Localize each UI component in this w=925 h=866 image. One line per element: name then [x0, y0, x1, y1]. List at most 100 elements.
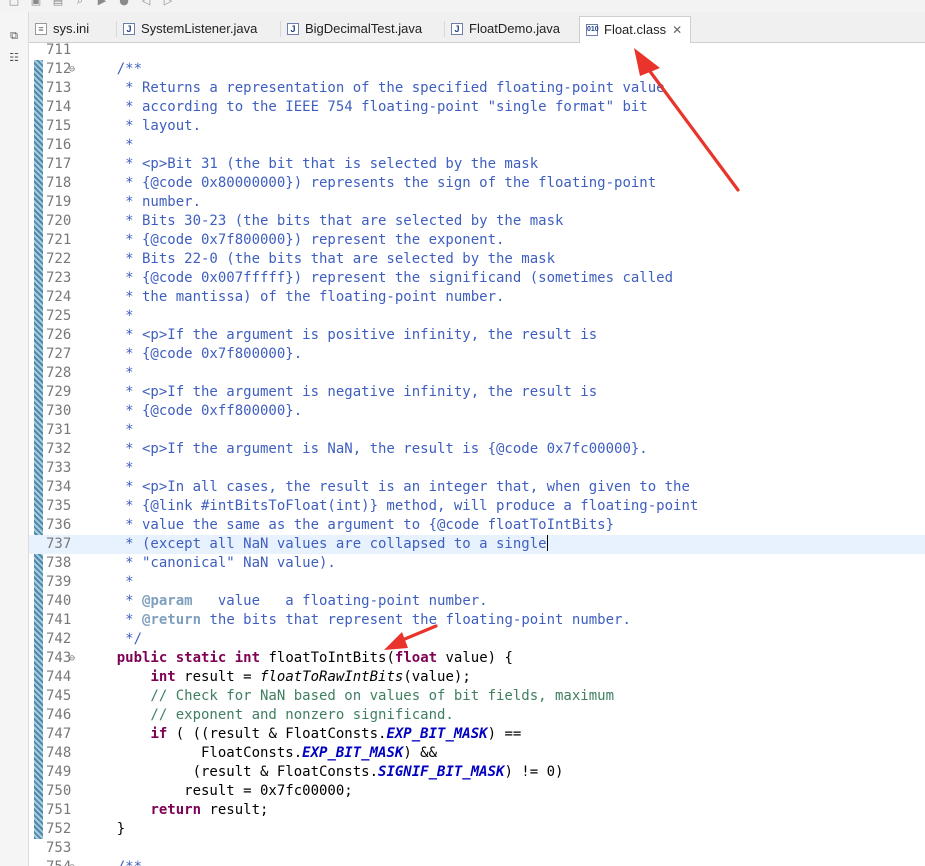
tab-systemlistener-java[interactable]: J SystemListener.java [117, 16, 281, 42]
line-number: 745 [46, 688, 72, 704]
code-line[interactable]: 722 * Bits 22-0 (the bits that are selec… [29, 250, 925, 269]
code-line[interactable]: 716 * [29, 136, 925, 155]
code-line[interactable]: 720 * Bits 30-23 (the bits that are sele… [29, 212, 925, 231]
token-comment: * {@code 0xff800000}. [83, 403, 303, 419]
tab-label: BigDecimalTest.java [305, 21, 423, 36]
tab-floatdemo-java[interactable]: J FloatDemo.java [445, 16, 579, 42]
code-line[interactable]: 734 * <p>In all cases, the result is an … [29, 478, 925, 497]
print-icon[interactable]: ▤ [52, 0, 64, 6]
code-line[interactable]: 748 FloatConsts.EXP_BIT_MASK) && [29, 744, 925, 763]
search-icon[interactable]: ⌕ [74, 0, 86, 6]
token-comment: * value the same as the argument to {@co… [83, 517, 615, 533]
code-line[interactable]: 753 [29, 839, 925, 858]
line-number: 748 [46, 745, 72, 761]
code-line[interactable]: 723 * {@code 0x007fffff}) represent the … [29, 269, 925, 288]
code-editor[interactable]: 711 712 ⊖ /** 713 * Returns a representatio… [29, 43, 925, 866]
code-line[interactable]: 717 * <p>Bit 31 (the bit that is selecte… [29, 155, 925, 174]
outline-icon[interactable]: ☷ [8, 52, 20, 64]
new-icon[interactable]: □ [8, 0, 20, 6]
tab-label: SystemListener.java [141, 21, 258, 36]
code-text: * Bits 30-23 (the bits that are selected… [83, 212, 563, 231]
class-file-icon: 010 [586, 24, 599, 36]
code-text: * "canonical" NaN value). [83, 554, 336, 573]
close-icon[interactable]: ✕ [672, 17, 682, 43]
code-line[interactable]: 731 * [29, 421, 925, 440]
tab-sys-ini[interactable]: ≡ sys.ini [29, 16, 117, 42]
run-icon[interactable]: ▶ [96, 0, 108, 6]
code-line[interactable]: 726 * <p>If the argument is positive inf… [29, 326, 925, 345]
fold-toggle-icon[interactable]: ⊖ [69, 649, 75, 668]
code-line[interactable]: 729 * <p>If the argument is negative inf… [29, 383, 925, 402]
code-line[interactable]: 747 if ( ((result & FloatConsts.EXP_BIT_… [29, 725, 925, 744]
line-number: 738 [46, 555, 72, 571]
code-line[interactable]: 752 } [29, 820, 925, 839]
code-line[interactable]: 724 * the mantissa) of the floating-poin… [29, 288, 925, 307]
token-comment: * <p>In all cases, the result is an inte… [83, 479, 690, 495]
fold-toggle-icon[interactable]: ⊖ [69, 60, 75, 79]
code-text: * {@code 0x80000000}) represents the sig… [83, 174, 656, 193]
code-line[interactable]: 754⊖ /** [29, 858, 925, 866]
restore-icon[interactable]: ⧉ [8, 30, 20, 42]
code-line[interactable]: 725 * [29, 307, 925, 326]
code-text: * <p>If the argument is negative infinit… [83, 383, 597, 402]
line-number: 715 [46, 118, 72, 134]
code-text: result = 0x7fc00000; [83, 782, 353, 801]
code-line[interactable]: 739 * [29, 573, 925, 592]
code-line[interactable]: 750 result = 0x7fc00000; [29, 782, 925, 801]
debug-icon[interactable]: ● [118, 0, 130, 6]
forward-icon[interactable]: ▷ [162, 0, 174, 6]
code-line[interactable]: 737 * (except all NaN values are collaps… [29, 535, 925, 554]
code-text: /** [83, 858, 142, 866]
back-icon[interactable]: ◁ [140, 0, 152, 6]
code-line[interactable]: 742 */ [29, 630, 925, 649]
code-line[interactable]: 728 * [29, 364, 925, 383]
code-line[interactable]: 738 * "canonical" NaN value). [29, 554, 925, 573]
code-line[interactable]: 736 * value the same as the argument to … [29, 516, 925, 535]
tab-label: Float.class [604, 22, 667, 37]
token-comment: * {@code 0x007fffff}) represent the sign… [83, 270, 674, 286]
code-line[interactable]: 711 [29, 43, 925, 60]
token-kw: int [150, 669, 176, 685]
tab-bigdecimaltest-java[interactable]: J BigDecimalTest.java [281, 16, 445, 42]
code-text: (result & FloatConsts.SIGNIF_BIT_MASK) !… [83, 763, 564, 782]
token: FloatConsts. [83, 745, 303, 761]
line-number: 740 [46, 593, 72, 609]
code-text: // exponent and nonzero significand. [83, 706, 453, 725]
code-line[interactable]: 743 ⊖ public static int floatToIntBits(fl… [29, 649, 925, 668]
code-line[interactable]: 741 * @return the bits that represent th… [29, 611, 925, 630]
tab-float-class[interactable]: 010 Float.class ✕ [579, 16, 691, 43]
code-text: * {@link #intBitsToFloat(int)} method, w… [83, 497, 698, 516]
code-line[interactable]: 718 * {@code 0x80000000}) represents the… [29, 174, 925, 193]
code-line[interactable]: 740 * @param value a floating-point numb… [29, 592, 925, 611]
code-line[interactable]: 733 * [29, 459, 925, 478]
code-line[interactable]: 721 * {@code 0x7f800000}) represent the … [29, 231, 925, 250]
code-line[interactable]: 714 * according to the IEEE 754 floating… [29, 98, 925, 117]
save-icon[interactable]: ▣ [30, 0, 42, 6]
code-line[interactable]: 727 * {@code 0x7f800000}. [29, 345, 925, 364]
token-tag: @return [142, 612, 202, 628]
code-line[interactable]: 744 int result = floatToRawIntBits(value… [29, 668, 925, 687]
code-line[interactable]: 749 (result & FloatConsts.SIGNIF_BIT_MAS… [29, 763, 925, 782]
line-number: 718 [46, 175, 72, 191]
code-text: * value the same as the argument to {@co… [83, 516, 614, 535]
token-comment: * <p>If the argument is NaN, the result … [83, 441, 648, 457]
code-line[interactable]: 730 * {@code 0xff800000}. [29, 402, 925, 421]
code-line[interactable]: 732 * <p>If the argument is NaN, the res… [29, 440, 925, 459]
code-line[interactable]: 713 * Returns a representation of the sp… [29, 79, 925, 98]
code-line[interactable]: 712 ⊖ /** [29, 60, 925, 79]
code-line[interactable]: 751 return result; [29, 801, 925, 820]
code-line[interactable]: 745 // Check for NaN based on values of … [29, 687, 925, 706]
fold-toggle-icon[interactable]: ⊖ [69, 858, 75, 866]
code-line[interactable]: 719 * number. [29, 193, 925, 212]
code-line[interactable]: 735 * {@link #intBitsToFloat(int)} metho… [29, 497, 925, 516]
line-number: 730 [46, 403, 72, 419]
token-comment: /** [83, 61, 143, 77]
code-text: public static int floatToIntBits(float v… [83, 649, 513, 668]
code-line[interactable]: 746 // exponent and nonzero significand. [29, 706, 925, 725]
code-line[interactable]: 715 * layout. [29, 117, 925, 136]
left-side-panel: ⧉ ☷ [0, 12, 29, 866]
